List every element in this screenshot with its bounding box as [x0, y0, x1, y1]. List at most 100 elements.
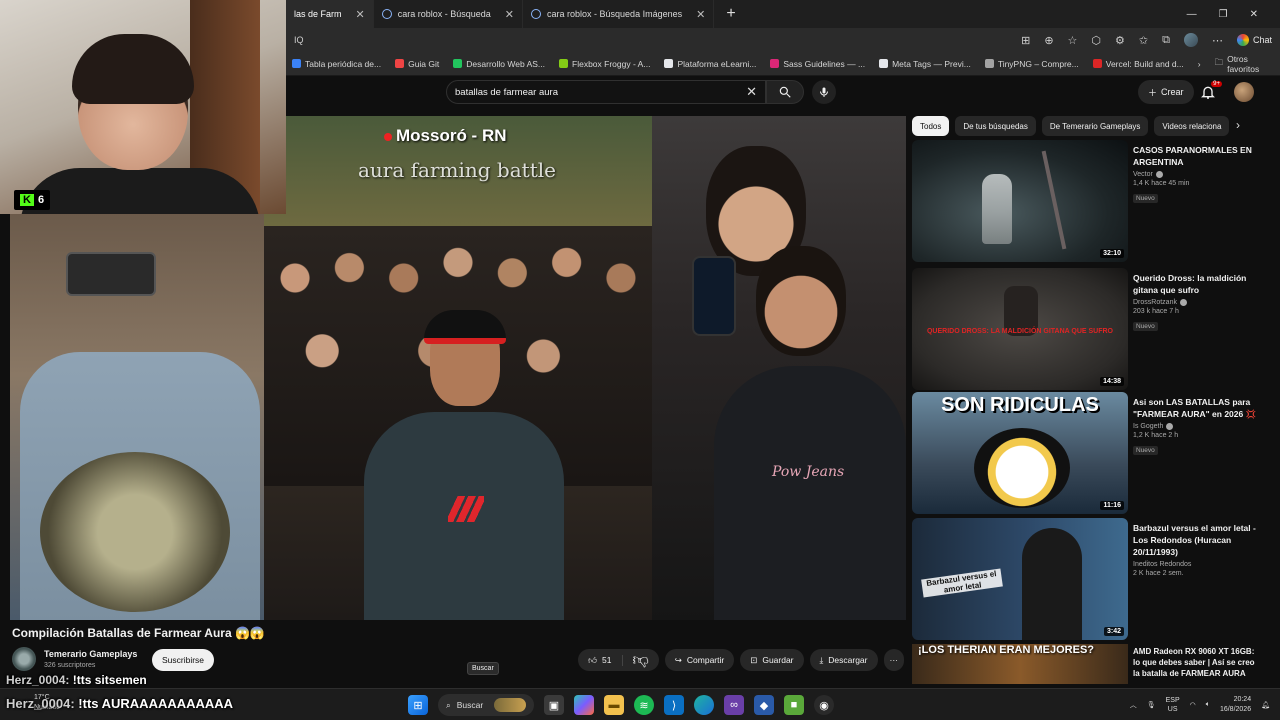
edge-icon[interactable] — [694, 695, 714, 715]
file-explorer-icon[interactable]: ▬ — [604, 695, 624, 715]
recommendation-stats: 1,2 K hace 2 h — [1133, 432, 1179, 439]
chip-all[interactable]: Todos — [912, 116, 950, 136]
tree-trunk — [1041, 150, 1067, 250]
chip-from-channel[interactable]: De Temerario Gameplays — [1041, 116, 1149, 136]
recommendation-item[interactable]: 32:10 CASOS PARANORMALES EN ARGENTINA Ve… — [912, 140, 1264, 262]
app-icon[interactable]: ◆ — [754, 695, 774, 715]
maximize-icon[interactable]: ❐ — [1219, 9, 1228, 20]
subscribe-button[interactable]: Suscribirse — [152, 649, 215, 671]
chip-related[interactable]: Videos relaciona — [1154, 116, 1230, 136]
bookmark-item[interactable]: TinyPNG – Compre... — [984, 58, 1079, 69]
menu-icon[interactable]: ⋯ — [1212, 34, 1223, 47]
close-window-icon[interactable]: ✕ — [1250, 9, 1258, 20]
dislike-button[interactable]: 👎︎ — [623, 651, 659, 670]
bookmark-item[interactable]: Plataforma eLearni... — [664, 59, 756, 69]
panda-icon — [984, 59, 994, 68]
tab-roblox-search[interactable]: cara roblox - Búsqueda ✕ — [374, 0, 524, 28]
address-bar[interactable]: IQ ⊞ ⊕ ☆ ⬡ ⚙ ✩ ⧉ ⋯ Chat — [286, 28, 1280, 52]
create-button[interactable]: ＋ Crear — [1138, 80, 1194, 104]
more-actions-button[interactable]: ··· — [883, 649, 904, 671]
browser-tab-bar: las de Farm ✕ cara roblox - Búsqueda ✕ c… — [286, 0, 1280, 28]
new-badge: Nuevo — [1133, 446, 1158, 455]
video-thumbnail[interactable]: ¡LOS THERIAN ERAN MEJORES? — [912, 644, 1128, 684]
language-bottom: US — [1167, 706, 1178, 713]
bookmark-item[interactable]: Flexbox Froggy - A... — [559, 59, 650, 69]
bookmark-item[interactable]: Guia Git — [395, 59, 439, 69]
settings-icon[interactable]: ⚙ — [1115, 34, 1125, 47]
minimize-icon[interactable]: — — [1187, 9, 1197, 20]
recommendation-item[interactable]: SON RIDICULAS 11:16 Asi son LAS BATALLAS… — [912, 392, 1264, 514]
recommendation-item[interactable]: QUERIDO DROSS: LA MALDICIÓN GITANA QUE S… — [912, 268, 1264, 390]
favorites-icon[interactable]: ✩ — [1139, 34, 1148, 47]
bookmark-item[interactable]: Sass Guidelines — ... — [770, 59, 865, 69]
video-thumbnail[interactable]: QUERIDO DROSS: LA MALDICIÓN GITANA QUE S… — [912, 268, 1128, 390]
window-controls: — ❐ ✕ — [1187, 9, 1280, 20]
other-favorites[interactable]: 🗀 Otros favoritos — [1215, 54, 1274, 74]
clock[interactable]: 20:24 16/8/2026 — [1220, 695, 1251, 715]
share-button[interactable]: ↪ Compartir — [664, 649, 735, 671]
tab-roblox-images[interactable]: cara roblox - Búsqueda Imágenes ✕ — [523, 0, 715, 28]
account-avatar[interactable] — [1234, 82, 1254, 102]
taskbar-search[interactable]: ⌕ Buscar — [438, 694, 534, 716]
recommendation-channel: Ineditos Redondos — [1133, 561, 1192, 568]
tab-active[interactable]: las de Farm ✕ — [286, 0, 374, 28]
video-location-overlay: Mossoró - RN — [384, 126, 507, 146]
profile-avatar[interactable] — [1183, 33, 1198, 47]
search-button[interactable] — [766, 80, 804, 104]
chip-from-searches[interactable]: De tus búsquedas — [955, 116, 1036, 136]
notifications-icon[interactable]: 🔔︎ — [1261, 701, 1270, 709]
wifi-icon[interactable]: ◠ — [1190, 701, 1196, 709]
new-tab-button[interactable]: + — [714, 5, 747, 23]
video-figure-face — [756, 246, 846, 356]
chevron-right-icon[interactable]: › — [1236, 118, 1240, 132]
extensions-icon[interactable]: ⬡ — [1091, 34, 1101, 47]
like-button[interactable]: 👍︎ 51 — [578, 654, 623, 666]
bookmark-item[interactable]: Desarrollo Web AS... — [453, 59, 545, 69]
recommendation-meta: Barbazul versus el amor letal - Los Redo… — [1133, 522, 1261, 577]
minecraft-icon[interactable]: ■ — [784, 695, 804, 715]
reader-icon[interactable]: ⊞ — [1021, 34, 1030, 47]
task-view-icon[interactable]: ▣ — [544, 695, 564, 715]
close-tab-icon[interactable]: ✕ — [356, 8, 365, 21]
recommendation-title: Asi son LAS BATALLAS para "FARMEAR AURA"… — [1133, 397, 1257, 419]
bookmark-item[interactable]: Meta Tags — Previ... — [879, 59, 971, 69]
video-actions: 👍︎ 51 👎︎ ↪ Compartir ⊡ Guardar ⤓ Descarg… — [578, 649, 904, 671]
video-thumbnail[interactable]: 32:10 — [912, 140, 1128, 262]
mic-icon[interactable]: 🎙︎ — [1147, 701, 1156, 709]
bookmark-item[interactable]: Tabla periódica de... — [292, 59, 381, 69]
chat-button[interactable]: Chat — [1236, 34, 1272, 46]
collections-icon[interactable]: ⧉ — [1162, 34, 1170, 47]
vercel-icon — [1092, 59, 1102, 68]
visual-studio-icon[interactable]: ∞ — [724, 695, 744, 715]
bookmark-item[interactable]: Vercel: Build and d... — [1092, 59, 1184, 69]
download-button[interactable]: ⤓ Descargar — [809, 649, 878, 671]
close-tab-icon[interactable]: ✕ — [505, 8, 514, 21]
recommendation-item[interactable]: ¡LOS THERIAN ERAN MEJORES? AMD Radeon RX… — [912, 644, 1264, 684]
obs-icon[interactable]: ◉ — [814, 695, 834, 715]
chevron-up-icon[interactable]: ︿ — [1130, 700, 1137, 710]
language-indicator[interactable]: ESP US — [1166, 696, 1180, 714]
copilot-icon[interactable] — [574, 695, 594, 715]
bookmarks-more-icon[interactable]: › — [1198, 59, 1201, 69]
windows-start-icon[interactable]: ⊞ — [408, 695, 428, 715]
volume-icon[interactable]: 🔈︎ — [1206, 701, 1210, 709]
channel-name[interactable]: Temerario Gameplays — [44, 649, 137, 659]
save-button[interactable]: ⊡ Guardar — [740, 649, 804, 671]
notifications-button[interactable]: 9+ — [1200, 81, 1222, 100]
video-thumbnail[interactable]: SON RIDICULAS 11:16 — [912, 392, 1128, 514]
star-icon[interactable]: ☆ — [1068, 34, 1078, 47]
bookmark-label: TinyPNG – Compre... — [997, 58, 1079, 69]
voice-search-button[interactable] — [812, 80, 836, 104]
search-input[interactable]: batallas de farmear aura ✕ — [446, 80, 766, 104]
zoom-icon[interactable]: ⊕ — [1044, 34, 1053, 47]
channel-avatar[interactable] — [12, 647, 36, 671]
close-tab-icon[interactable]: ✕ — [696, 8, 705, 21]
clear-search-icon[interactable]: ✕ — [746, 84, 757, 100]
vscode-icon[interactable]: ⟩ — [664, 695, 684, 715]
recommendation-item[interactable]: Barbazul versus el amor letal 3:42 Barba… — [912, 518, 1264, 640]
video-thumbnail[interactable]: Barbazul versus el amor letal 3:42 — [912, 518, 1128, 640]
chat-label: Chat — [1252, 35, 1272, 45]
spotify-icon[interactable]: ≋ — [634, 695, 654, 715]
bookmarks-bar: Tabla periódica de... Guia Git Desarroll… — [286, 52, 1280, 76]
search-highlight-image — [494, 698, 526, 712]
